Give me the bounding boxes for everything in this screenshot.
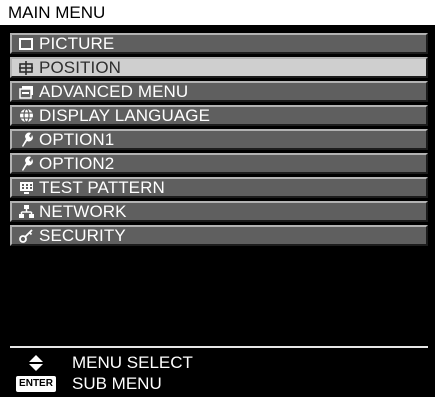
menu-item-label: PICTURE	[39, 34, 115, 53]
enter-button-icon: ENTER	[15, 376, 57, 392]
menu-item-label: OPTION1	[39, 130, 115, 149]
enter-badge: ENTER	[16, 376, 56, 392]
menu-item-security[interactable]: SECURITY	[10, 225, 428, 246]
menu-list: PICTURE POSITION ADVANCED MENU DISPLAY L…	[10, 33, 428, 249]
menu-item-advanced-menu[interactable]: ADVANCED MENU	[10, 81, 428, 102]
menu-item-option2[interactable]: OPTION2	[10, 153, 428, 174]
footer-menu-select: MENU SELECT	[15, 353, 193, 373]
picture-icon	[16, 35, 36, 52]
menu-item-label: OPTION2	[39, 154, 115, 173]
menu-select-label: MENU SELECT	[72, 353, 193, 372]
osd-main-menu: MAIN MENU PICTURE POSITION ADVANCED MENU…	[0, 0, 435, 397]
menu-item-picture[interactable]: PICTURE	[10, 33, 428, 54]
menu-item-label: DISPLAY LANGUAGE	[39, 106, 211, 125]
menu-item-network[interactable]: NETWORK	[10, 201, 428, 222]
menu-item-display-language[interactable]: DISPLAY LANGUAGE	[10, 105, 428, 126]
footer-sub-menu: ENTER SUB MENU	[15, 374, 162, 394]
menu-item-label: ADVANCED MENU	[39, 82, 189, 101]
position-icon	[16, 59, 36, 76]
test-pattern-icon	[16, 179, 36, 196]
wrench-icon	[16, 131, 36, 148]
menu-item-position[interactable]: POSITION	[10, 57, 428, 78]
menu-item-label: NETWORK	[39, 202, 127, 221]
wrench-icon	[16, 155, 36, 172]
globe-icon	[16, 107, 36, 124]
network-icon	[16, 203, 36, 220]
footer-divider	[10, 346, 428, 348]
key-icon	[16, 227, 36, 244]
menu-item-label: SECURITY	[39, 226, 126, 245]
menu-item-label: POSITION	[39, 58, 122, 77]
advanced-menu-icon	[16, 83, 36, 100]
menu-item-test-pattern[interactable]: TEST PATTERN	[10, 177, 428, 198]
sub-menu-label: SUB MENU	[72, 374, 162, 393]
up-down-arrows-icon	[15, 354, 57, 372]
menu-item-option1[interactable]: OPTION1	[10, 129, 428, 150]
menu-title: MAIN MENU	[0, 0, 435, 25]
menu-item-label: TEST PATTERN	[39, 178, 165, 197]
